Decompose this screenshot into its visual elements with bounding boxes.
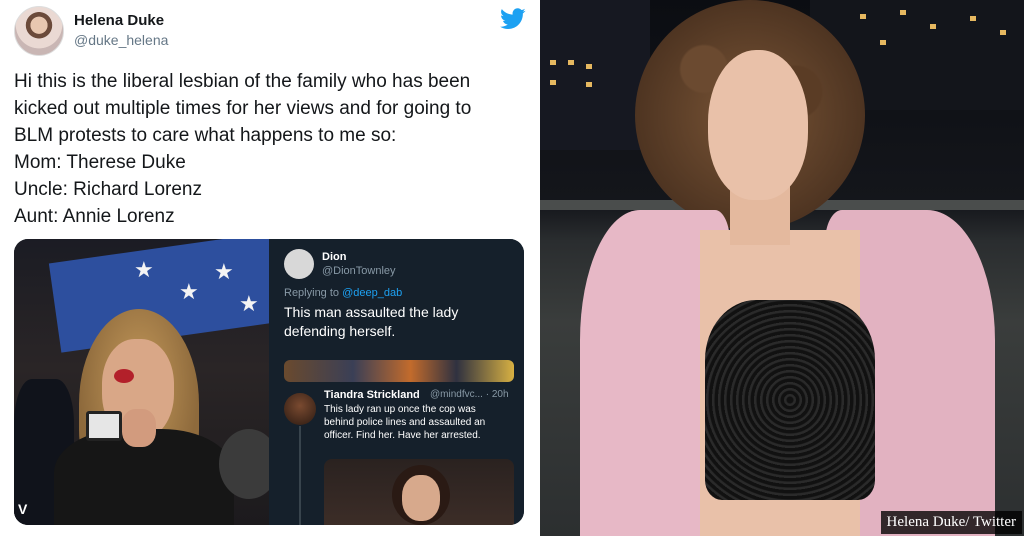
tweet-line: Hi this is the liberal lesbian of the fa…: [14, 71, 471, 92]
star-icon: ★: [239, 291, 259, 316]
hand-shape: [122, 409, 156, 447]
tweet-line: Mom: Therese Duke: [14, 152, 186, 173]
media-watermark: V: [18, 501, 28, 517]
tweet-line: kicked out multiple times for her views …: [14, 98, 472, 119]
background-building: [540, 0, 650, 150]
twitter-bird-icon[interactable]: [500, 8, 526, 30]
embedded-photo[interactable]: [324, 459, 514, 525]
embedded-author-handle[interactable]: @DionTownley: [322, 265, 396, 277]
face-shape: [402, 475, 440, 521]
window-light: [880, 40, 886, 45]
lace-top-shape: [705, 300, 875, 500]
window-light: [550, 60, 556, 65]
injury-mark: [114, 369, 134, 383]
window-light: [568, 60, 574, 65]
author-name[interactable]: Helena Duke: [74, 12, 164, 29]
photo-credit-caption: Helena Duke/ Twitter: [880, 511, 1022, 534]
embedded-video-thumbnail[interactable]: [284, 360, 514, 382]
tweet-card: Helena Duke @duke_helena Hi this is the …: [0, 0, 540, 536]
embedded-tweet-text: This man assaulted the lady defending he…: [284, 303, 516, 341]
phone-icon: [86, 411, 122, 441]
embedded-author-name[interactable]: Tiandra Strickland: [324, 389, 420, 401]
star-icon: ★: [134, 257, 154, 282]
reply-prefix: Replying to: [284, 287, 340, 299]
star-icon: ★: [214, 259, 234, 284]
thread-connector: [299, 426, 301, 525]
dion-avatar[interactable]: [284, 249, 314, 279]
author-avatar[interactable]: [14, 6, 64, 56]
tweet-body: Hi this is the liberal lesbian of the fa…: [14, 68, 534, 230]
face-shape: [708, 50, 808, 200]
window-light: [900, 10, 906, 15]
embedded-line: behind police lines and assaulted an: [324, 417, 486, 428]
tiandra-avatar[interactable]: [284, 393, 316, 425]
author-handle[interactable]: @duke_helena: [74, 32, 168, 48]
window-light: [970, 16, 976, 21]
tweet-line: Uncle: Richard Lorenz: [14, 179, 202, 200]
window-light: [860, 14, 866, 19]
window-light: [1000, 30, 1006, 35]
star-icon: ★: [179, 279, 199, 304]
embedded-line: This lady ran up once the cop was: [324, 404, 476, 415]
portrait-photo: Helena Duke/ Twitter: [540, 0, 1024, 536]
window-light: [550, 80, 556, 85]
embedded-tweet-tiandra[interactable]: Tiandra Strickland @mindfvc... · 20h Thi…: [272, 385, 524, 525]
tweet-line: Aunt: Annie Lorenz: [14, 206, 175, 227]
window-light: [930, 24, 936, 29]
embedded-line: defending herself.: [284, 323, 396, 339]
embedded-line: This man assaulted the lady: [284, 304, 459, 320]
embedded-line: officer. Find her. Have her arrested.: [324, 430, 481, 441]
reply-to-link[interactable]: @deep_dab: [342, 287, 402, 299]
window-light: [586, 64, 592, 69]
embedded-author-name[interactable]: Dion: [322, 251, 346, 263]
embedded-tweet-dion[interactable]: Dion @DionTownley Replying to @deep_dab …: [272, 239, 524, 382]
window-light: [586, 82, 592, 87]
reply-context: Replying to @deep_dab: [284, 287, 402, 299]
embedded-tweet-text: This lady ran up once the cop was behind…: [324, 403, 520, 442]
tweet-line: BLM protests to care what happens to me …: [14, 125, 397, 146]
tweet-media-grid[interactable]: ★ ★ ★ ★ V Dion @DionTownley Replying to …: [14, 239, 524, 525]
embedded-author-handle[interactable]: @mindfvc... · 20h: [430, 389, 509, 400]
media-photo[interactable]: ★ ★ ★ ★ V: [14, 239, 269, 525]
